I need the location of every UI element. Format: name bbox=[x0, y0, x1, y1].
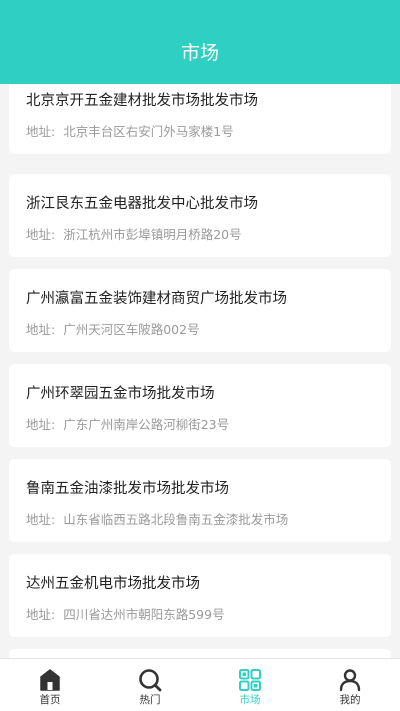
tab-mine[interactable]: 我的 bbox=[300, 659, 400, 711]
market-name: 北京京开五金建材批发市场批发市场 bbox=[26, 93, 258, 109]
market-list[interactable]: 北京京开五金建材批发市场批发市场 地址: 北京丰台区右安门外马家楼1号 浙江艮东五… bbox=[0, 0, 400, 711]
tab-home[interactable]: 首页 bbox=[0, 659, 100, 711]
market-name: 浙江艮东五金电器批发中心批发市场 bbox=[26, 196, 258, 212]
tab-market-label: 市场 bbox=[239, 694, 261, 706]
market-address-row: 地址: 广东广州南岸公路河柳街23号 bbox=[26, 416, 229, 434]
market-address-row: 地址: 北京丰台区右安门外马家楼1号 bbox=[26, 123, 234, 141]
market-address-row: 地址: 广州天河区车陂路002号 bbox=[26, 321, 200, 339]
market-address-row: 地址: 山东省临西五路北段鲁南五金漆批发市场 bbox=[26, 511, 288, 529]
market-address: 北京丰台区右安门外马家楼1号 bbox=[63, 124, 234, 139]
home-icon bbox=[40, 669, 60, 691]
market-address: 广东广州南岸公路河柳街23号 bbox=[63, 417, 230, 432]
market-address: 浙江杭州市彭埠镇明月桥路20号 bbox=[63, 227, 242, 242]
tab-mine-label: 我的 bbox=[339, 694, 361, 706]
search-icon bbox=[139, 669, 162, 692]
tab-hot[interactable]: 热门 bbox=[100, 659, 200, 711]
tab-hot-label: 热门 bbox=[139, 694, 161, 706]
market-card[interactable]: 达州五金机电市场批发市场 地址: 四川省达州市朝阳东路599号 bbox=[9, 554, 391, 637]
market-name: 广州瀛富五金装饰建材商贸广场批发市场 bbox=[26, 291, 287, 307]
market-card[interactable]: 广州环翠园五金市场批发市场 地址: 广东广州南岸公路河柳街23号 bbox=[9, 364, 391, 447]
market-name: 广州环翠园五金市场批发市场 bbox=[26, 386, 215, 402]
market-address: 山东省临西五路北段鲁南五金漆批发市场 bbox=[63, 512, 289, 527]
market-grid-icon bbox=[239, 669, 261, 691]
tab-home-label: 首页 bbox=[39, 694, 61, 706]
market-name: 鲁南五金油漆批发市场批发市场 bbox=[26, 481, 229, 497]
market-address: 广州天河区车陂路002号 bbox=[63, 322, 200, 337]
market-card[interactable]: 浙江艮东五金电器批发中心批发市场 地址: 浙江杭州市彭埠镇明月桥路20号 bbox=[9, 174, 391, 257]
top-header: 市场 bbox=[0, 0, 400, 84]
market-card[interactable]: 鲁南五金油漆批发市场批发市场 地址: 山东省临西五路北段鲁南五金漆批发市场 bbox=[9, 459, 391, 542]
page-title: 市场 bbox=[180, 42, 219, 64]
market-name: 达州五金机电市场批发市场 bbox=[26, 576, 200, 592]
address-label: 地址: bbox=[26, 512, 56, 527]
market-address-row: 地址: 浙江杭州市彭埠镇明月桥路20号 bbox=[26, 226, 242, 244]
market-card[interactable]: 广州瀛富五金装饰建材商贸广场批发市场 地址: 广州天河区车陂路002号 bbox=[9, 269, 391, 352]
address-label: 地址: bbox=[26, 607, 56, 622]
address-label: 地址: bbox=[26, 124, 56, 139]
address-label: 地址: bbox=[26, 417, 56, 432]
tab-market[interactable]: 市场 bbox=[200, 659, 300, 711]
market-address-row: 地址: 四川省达州市朝阳东路599号 bbox=[26, 606, 225, 624]
screen: 北京京开五金建材批发市场批发市场 地址: 北京丰台区右安门外马家楼1号 浙江艮东五… bbox=[0, 0, 400, 711]
user-icon bbox=[339, 669, 361, 692]
address-label: 地址: bbox=[26, 227, 56, 242]
market-address: 四川省达州市朝阳东路599号 bbox=[63, 607, 225, 622]
address-label: 地址: bbox=[26, 322, 56, 337]
bottom-tab-bar: 首页 热门 市场 我的 bbox=[0, 658, 400, 711]
